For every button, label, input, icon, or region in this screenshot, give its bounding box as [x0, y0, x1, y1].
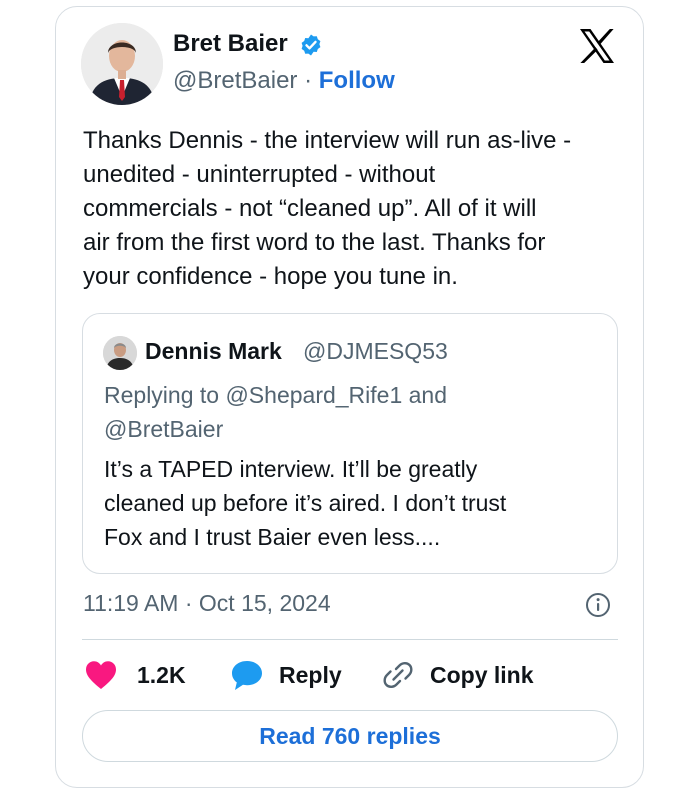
reply-label: Reply	[279, 661, 342, 688]
quoted-author-avatar[interactable]	[103, 336, 137, 370]
copy-link-button[interactable]: Copy link	[381, 657, 534, 693]
follow-button[interactable]: Follow	[319, 67, 395, 94]
divider	[82, 639, 618, 640]
like-count: 1.2K	[137, 661, 186, 688]
read-replies-button[interactable]: Read 760 replies	[82, 710, 618, 762]
x-logo-icon[interactable]	[578, 28, 616, 64]
author-avatar[interactable]	[81, 23, 163, 105]
author-name[interactable]: Bret Baier	[173, 30, 288, 58]
quoted-author-name[interactable]: Dennis Mark	[145, 338, 282, 365]
like-button[interactable]: 1.2K	[85, 657, 186, 693]
handle-separator: ·	[304, 67, 313, 94]
info-icon[interactable]	[585, 592, 611, 618]
reply-button[interactable]: Reply	[230, 657, 342, 693]
read-replies-label: Read 760 replies	[259, 722, 441, 749]
replying-to-text: Replying to @Shepard_Rife1 and @BretBaie…	[104, 382, 448, 442]
verified-badge-icon	[301, 34, 321, 56]
speech-bubble-icon	[232, 661, 262, 690]
tweet-text: Thanks Dennis - the interview will run a…	[83, 127, 572, 290]
quoted-author-handle[interactable]: @DJMESQ53	[303, 338, 448, 365]
link-icon	[383, 661, 413, 689]
copy-link-label: Copy link	[430, 661, 534, 688]
tweet-timestamp[interactable]: 11:19 AM · Oct 15, 2024	[83, 590, 331, 617]
author-handle[interactable]: @BretBaier	[173, 67, 297, 94]
heart-icon	[86, 661, 116, 689]
author-handle-line: @BretBaier · Follow	[173, 67, 395, 95]
quoted-tweet-text: It’s a TAPED interview. It’ll be greatly…	[104, 456, 507, 550]
